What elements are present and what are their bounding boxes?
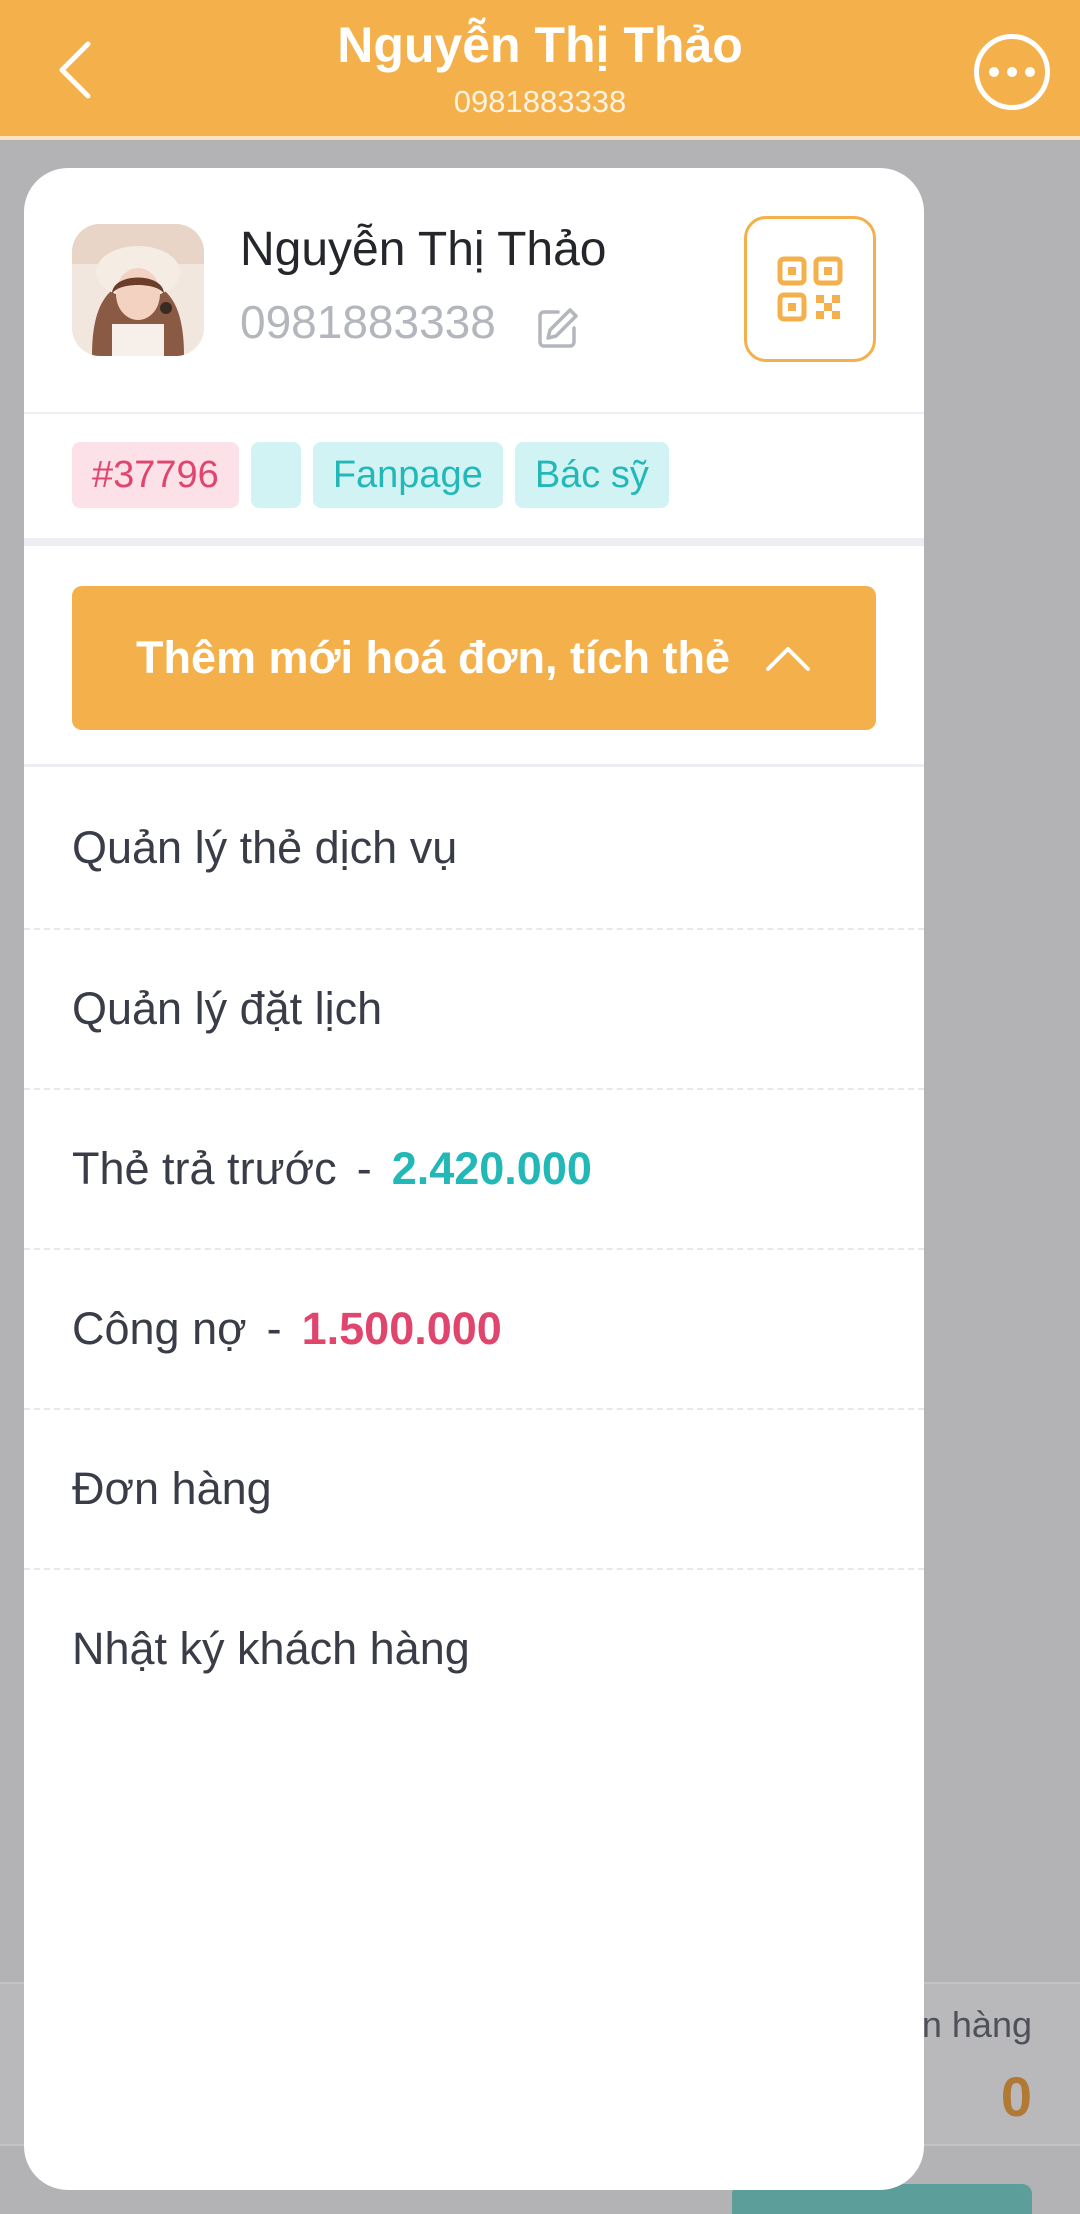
menu-item-debt[interactable]: Công nợ - 1.500.000 bbox=[24, 1248, 924, 1408]
customer-detail-screen: n hàng 0 Nguyễn Thị Thảo 0981883338 Nguy… bbox=[0, 0, 1080, 2214]
menu-item-appointments[interactable]: Quản lý đặt lịch bbox=[24, 928, 924, 1088]
more-dot bbox=[1007, 67, 1017, 77]
tag-fanpage[interactable]: Fanpage bbox=[312, 442, 503, 508]
menu-item-separator: - bbox=[356, 1143, 372, 1194]
more-options-button[interactable] bbox=[974, 34, 1050, 110]
menu-item-label: Đơn hàng bbox=[72, 1463, 272, 1514]
qr-code-button[interactable] bbox=[744, 216, 876, 362]
avatar[interactable] bbox=[72, 224, 204, 356]
background-stat-value: 0 bbox=[1000, 2065, 1032, 2128]
menu-item-label: Thẻ trả trước bbox=[72, 1143, 337, 1194]
customer-menu-panel: Nguyễn Thị Thảo 0981883338 #37796 Fanpag… bbox=[24, 168, 924, 2190]
section-divider bbox=[24, 538, 924, 546]
menu-item-label: Công nợ bbox=[72, 1303, 247, 1354]
tag-customer-id[interactable]: #37796 bbox=[72, 442, 239, 508]
menu-item-orders[interactable]: Đơn hàng bbox=[24, 1408, 924, 1568]
customer-name: Nguyễn Thị Thảo bbox=[240, 223, 607, 276]
customer-phone: 0981883338 bbox=[240, 296, 496, 348]
menu-item-service-cards[interactable]: Quản lý thẻ dịch vụ bbox=[24, 768, 924, 928]
qr-code-icon bbox=[777, 256, 843, 322]
more-horizontal-icon bbox=[989, 67, 999, 77]
avatar-image bbox=[72, 224, 204, 356]
more-dot bbox=[1025, 67, 1035, 77]
menu-item-customer-log[interactable]: Nhật ký khách hàng bbox=[24, 1568, 924, 1728]
add-invoice-button[interactable]: Thêm mới hoá đơn, tích thẻ bbox=[72, 586, 876, 730]
prepaid-balance-value: 2.420.000 bbox=[391, 1143, 592, 1194]
chevron-up-icon bbox=[766, 647, 810, 671]
background-stat-label: n hàng bbox=[921, 2004, 1032, 2045]
divider bbox=[24, 412, 924, 414]
profile-section: Nguyễn Thị Thảo 0981883338 bbox=[24, 168, 924, 412]
customer-tags: #37796 Fanpage Bác sỹ bbox=[72, 442, 669, 508]
header-subtitle: 0981883338 bbox=[453, 84, 627, 119]
menu-item-label: Quản lý thẻ dịch vụ bbox=[72, 822, 458, 873]
menu-item-separator: - bbox=[266, 1303, 282, 1354]
top-app-bar: Nguyễn Thị Thảo 0981883338 bbox=[0, 0, 1080, 140]
edit-pencil-icon[interactable] bbox=[536, 306, 580, 350]
menu-item-label: Nhật ký khách hàng bbox=[72, 1623, 470, 1674]
tag-empty[interactable] bbox=[250, 442, 301, 508]
add-invoice-label: Thêm mới hoá đơn, tích thẻ bbox=[135, 632, 730, 683]
header-title: Nguyễn Thị Thảo bbox=[337, 17, 743, 73]
debt-value: 1.500.000 bbox=[301, 1303, 502, 1354]
divider bbox=[24, 764, 924, 767]
tag-doctor[interactable]: Bác sỹ bbox=[514, 442, 669, 508]
customer-menu-list: Quản lý thẻ dịch vụ Quản lý đặt lịch Thẻ… bbox=[24, 768, 924, 1728]
menu-item-prepaid-card[interactable]: Thẻ trả trước - 2.420.000 bbox=[24, 1088, 924, 1248]
menu-item-label: Quản lý đặt lịch bbox=[72, 983, 383, 1034]
